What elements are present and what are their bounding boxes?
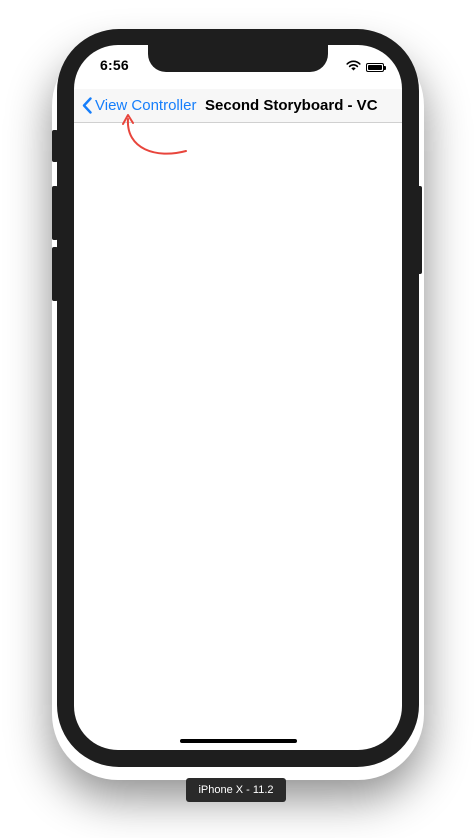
simulator-stage: 6:56 View Controller Second Storyboard -… [0,0,474,838]
device-screen: 6:56 View Controller Second Storyboard -… [74,45,402,750]
device-label: iPhone X - 11.2 [186,778,286,802]
annotation-arrow-icon [122,114,187,155]
home-indicator[interactable] [180,739,297,743]
